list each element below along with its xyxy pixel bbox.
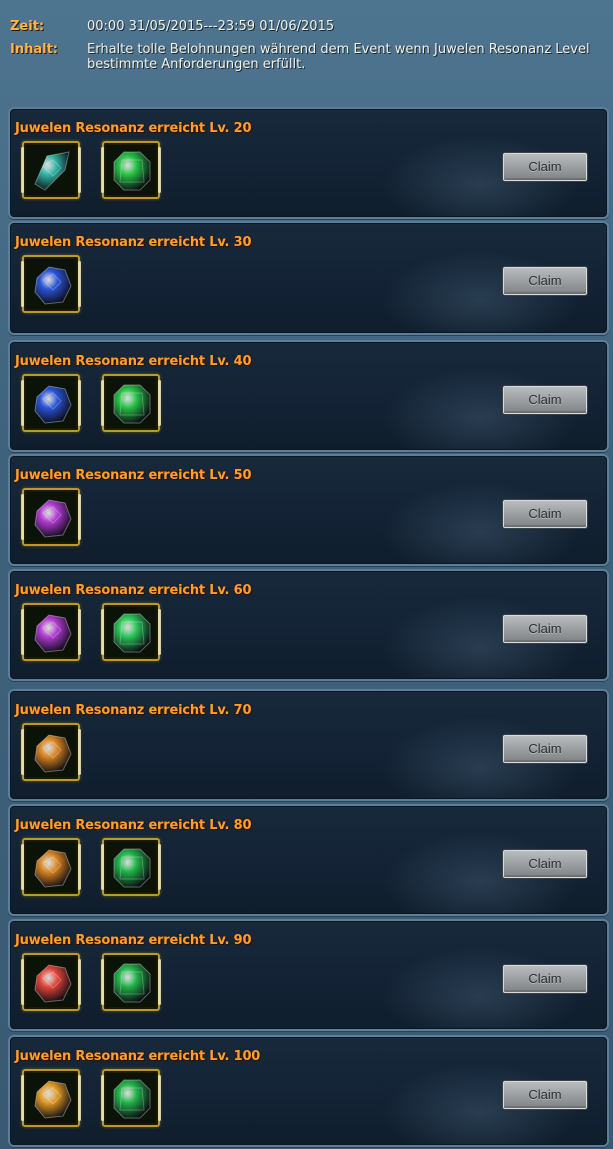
reward-item-slot[interactable] — [101, 374, 161, 432]
green-gem-icon — [113, 1079, 151, 1119]
reward-requirement-title: Juwelen Resonanz erreicht Lv. 20 — [15, 121, 252, 136]
reward-card: Juwelen Resonanz erreicht Lv. 60 Claim — [8, 569, 609, 681]
time-value: 00:00 31/05/2015---23:59 01/06/2015 — [87, 19, 335, 34]
green-gem-icon — [113, 848, 151, 888]
reward-card: Juwelen Resonanz erreicht Lv. 70 Claim — [8, 689, 609, 801]
reward-card: Juwelen Resonanz erreicht Lv. 80 Claim — [8, 804, 609, 916]
green-gem-icon — [113, 151, 151, 191]
claim-button[interactable]: Claim — [503, 386, 587, 414]
red-gem-icon — [34, 964, 72, 1003]
reward-card: Juwelen Resonanz erreicht Lv. 50 Claim — [8, 454, 609, 566]
reward-item-slot[interactable] — [101, 953, 161, 1011]
reward-item-slot[interactable] — [21, 838, 81, 896]
claim-button[interactable]: Claim — [503, 615, 587, 643]
reward-item-slot[interactable] — [21, 603, 81, 661]
reward-item-slot[interactable] — [101, 1069, 161, 1127]
reward-item-slot[interactable] — [101, 603, 161, 661]
reward-requirement-title: Juwelen Resonanz erreicht Lv. 30 — [15, 235, 252, 250]
claim-button[interactable]: Claim — [503, 500, 587, 528]
reward-card: Juwelen Resonanz erreicht Lv. 90 Claim — [8, 919, 609, 1031]
claim-button[interactable]: Claim — [503, 735, 587, 763]
purple-gem-icon — [34, 499, 72, 538]
purple-gem-icon — [34, 614, 72, 653]
orange-gem-icon — [34, 734, 72, 773]
claim-button[interactable]: Claim — [503, 267, 587, 295]
claim-button[interactable]: Claim — [503, 153, 587, 181]
time-label: Zeit: — [10, 19, 45, 34]
claim-button[interactable]: Claim — [503, 1081, 587, 1109]
content-value: Erhalte tolle Belohnungen während dem Ev… — [87, 42, 590, 72]
reward-item-slot[interactable] — [21, 374, 81, 432]
reward-requirement-title: Juwelen Resonanz erreicht Lv. 70 — [15, 703, 252, 718]
reward-item-slot[interactable] — [101, 838, 161, 896]
reward-requirement-title: Juwelen Resonanz erreicht Lv. 60 — [15, 583, 252, 598]
reward-item-slot[interactable] — [101, 141, 161, 199]
event-header: Zeit: 00:00 31/05/2015---23:59 01/06/201… — [0, 0, 613, 100]
reward-item-slot[interactable] — [21, 723, 81, 781]
orange-gem-icon — [34, 1080, 72, 1119]
blue-gem-icon — [34, 266, 72, 305]
reward-card: Juwelen Resonanz erreicht Lv. 20 Claim — [8, 107, 609, 219]
reward-item-slot[interactable] — [21, 488, 81, 546]
reward-item-slot[interactable] — [21, 141, 81, 199]
reward-requirement-title: Juwelen Resonanz erreicht Lv. 100 — [15, 1049, 261, 1064]
reward-item-slot[interactable] — [21, 255, 81, 313]
reward-requirement-title: Juwelen Resonanz erreicht Lv. 50 — [15, 468, 252, 483]
reward-item-slot[interactable] — [21, 1069, 81, 1127]
reward-card: Juwelen Resonanz erreicht Lv. 40 Claim — [8, 340, 609, 452]
green-gem-icon — [113, 963, 151, 1003]
green-gem-icon — [113, 613, 151, 653]
green-gem-icon — [113, 384, 151, 424]
claim-button[interactable]: Claim — [503, 965, 587, 993]
reward-card: Juwelen Resonanz erreicht Lv. 30 Claim — [8, 221, 609, 335]
reward-card: Juwelen Resonanz erreicht Lv. 100 Claim — [8, 1035, 609, 1147]
teal-crystal-icon — [34, 151, 70, 191]
orange-gem-icon — [34, 849, 72, 888]
event-panel: Zeit: 00:00 31/05/2015---23:59 01/06/201… — [0, 0, 613, 1149]
reward-requirement-title: Juwelen Resonanz erreicht Lv. 80 — [15, 818, 252, 833]
reward-requirement-title: Juwelen Resonanz erreicht Lv. 90 — [15, 933, 252, 948]
reward-requirement-title: Juwelen Resonanz erreicht Lv. 40 — [15, 354, 252, 369]
claim-button[interactable]: Claim — [503, 850, 587, 878]
blue-gem-icon — [34, 385, 72, 424]
reward-item-slot[interactable] — [21, 953, 81, 1011]
content-label: Inhalt: — [10, 42, 58, 57]
